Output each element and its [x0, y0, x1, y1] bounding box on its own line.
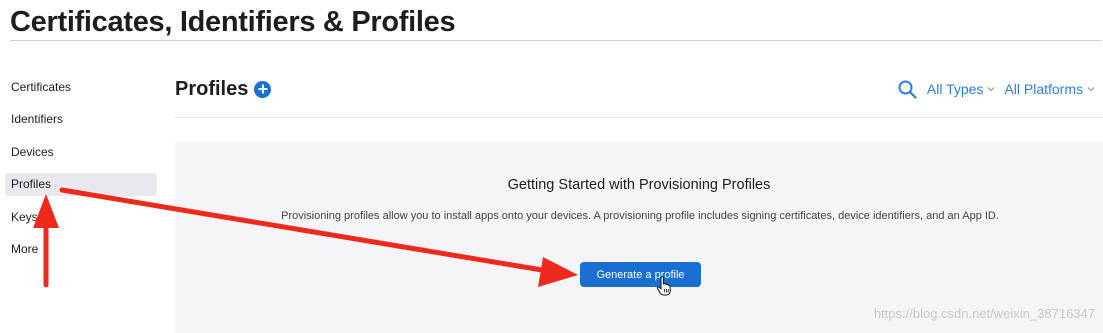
- hand-cursor-icon: [656, 276, 671, 296]
- chevron-down-icon: [988, 87, 995, 92]
- empty-state-description: Provisioning profiles allow you to insta…: [281, 210, 999, 222]
- search-icon[interactable]: [897, 79, 917, 99]
- title-divider: [10, 40, 1102, 41]
- sidebar-item-devices[interactable]: Devices: [5, 141, 157, 164]
- sidebar-item-identifiers[interactable]: Identifiers: [5, 108, 157, 131]
- header-divider: [175, 117, 1103, 118]
- watermark: https://blog.csdn.net/weixin_38716347: [873, 306, 1095, 321]
- sidebar-item-keys[interactable]: Keys: [5, 206, 157, 229]
- filter-bar: All Types All Platforms: [897, 78, 1095, 100]
- section-header: Profiles: [175, 74, 272, 104]
- sidebar-item-certificates[interactable]: Certificates: [5, 76, 157, 99]
- page: Certificates, Identifiers & Profiles Cer…: [0, 0, 1103, 333]
- platform-filter-dropdown[interactable]: All Platforms: [1004, 81, 1095, 97]
- generate-profile-button[interactable]: Generate a profile: [580, 262, 701, 287]
- plus-circle-icon[interactable]: [254, 80, 272, 98]
- sidebar: Certificates Identifiers Devices Profile…: [5, 76, 157, 270]
- sidebar-item-profiles[interactable]: Profiles: [5, 173, 157, 197]
- chevron-down-icon: [1087, 87, 1095, 92]
- sidebar-item-more[interactable]: More: [5, 238, 157, 261]
- type-filter-label: All Types: [926, 81, 984, 97]
- empty-state-heading: Getting Started with Provisioning Profil…: [507, 177, 771, 193]
- platform-filter-label: All Platforms: [1004, 81, 1083, 97]
- type-filter-dropdown[interactable]: All Types: [927, 81, 996, 97]
- page-title: Certificates, Identifiers & Profiles: [10, 6, 456, 38]
- section-title: Profiles: [175, 77, 249, 100]
- empty-state-panel: Getting Started with Provisioning Profil…: [175, 142, 1103, 333]
